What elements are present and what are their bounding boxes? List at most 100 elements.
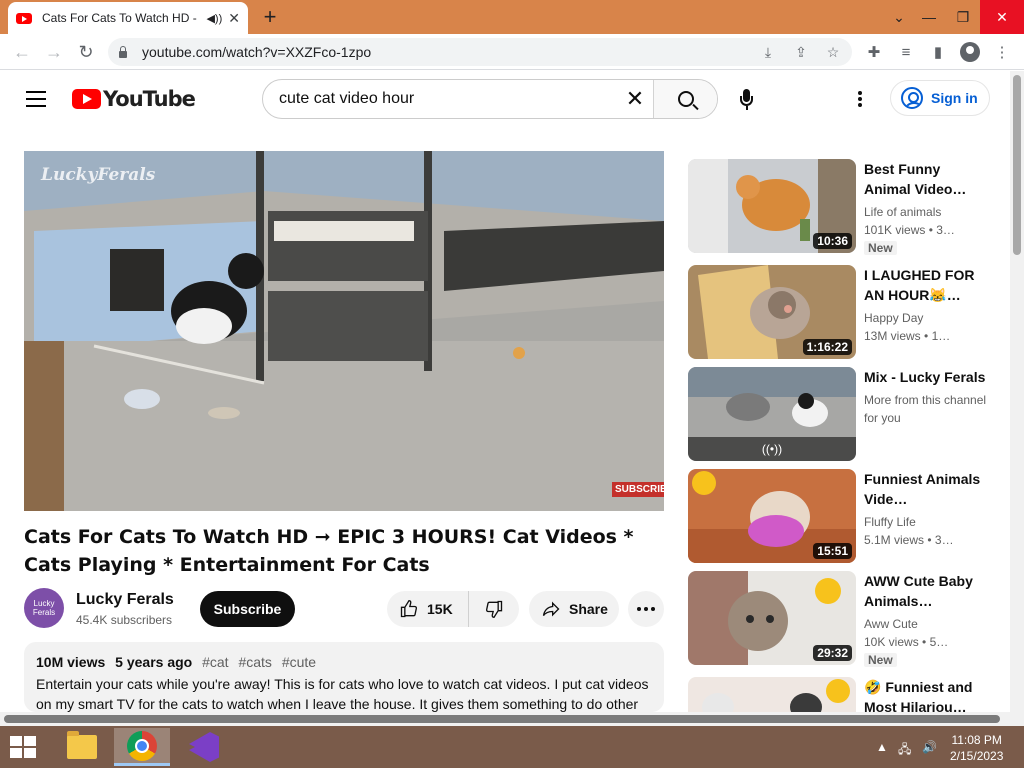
video-duration: 29:32 xyxy=(813,645,852,661)
side-panel-icon[interactable]: ▮ xyxy=(926,40,950,64)
taskbar-file-explorer[interactable] xyxy=(54,728,110,766)
restore-button[interactable]: ❐ xyxy=(946,0,980,34)
description-box[interactable]: 10M views 5 years ago #cat #cats #cute E… xyxy=(24,642,664,712)
windows-start-icon[interactable] xyxy=(10,736,36,758)
search-input[interactable]: cute cat video hour xyxy=(263,80,617,118)
taskbar-visual-studio[interactable] xyxy=(176,728,232,766)
related-channel[interactable]: Aww Cute xyxy=(864,615,990,633)
youtube-logo[interactable]: YouTube xyxy=(72,87,196,111)
related-title[interactable]: 🤣 Funniest and Most Hilariou… xyxy=(864,677,990,712)
tab-search-chevron-icon[interactable]: ⌄ xyxy=(882,0,916,34)
mix-playlist-bar: ((•)) xyxy=(688,437,856,461)
related-views: 5.1M views • 3… xyxy=(864,533,954,547)
folder-icon xyxy=(67,731,97,759)
like-dislike-group: 15K xyxy=(387,591,519,627)
back-arrow-icon[interactable]: ← xyxy=(10,40,34,64)
video-duration: 15:51 xyxy=(813,543,852,559)
close-window-button[interactable]: ✕ xyxy=(980,0,1024,34)
subscribe-button[interactable]: Subscribe xyxy=(200,591,295,627)
vertical-scroll-thumb[interactable] xyxy=(1013,75,1021,255)
share-page-icon[interactable]: ⇪ xyxy=(791,42,811,62)
related-views: 10K views • 5… xyxy=(864,635,949,649)
horizontal-scrollbar[interactable] xyxy=(0,712,1010,726)
video-thumbnail[interactable]: 10:36 xyxy=(688,159,856,253)
audio-playing-icon[interactable]: ◀)) xyxy=(206,12,222,25)
related-title[interactable]: Best Funny Animal Video… xyxy=(864,159,990,199)
related-mix-item[interactable]: ((•)) Mix - Lucky Ferals More from this … xyxy=(688,367,998,461)
radio-waves-icon: ((•)) xyxy=(761,442,783,456)
related-title[interactable]: Funniest Animals Vide… xyxy=(864,469,990,509)
network-icon[interactable]: 🖧 xyxy=(898,740,911,761)
related-views: 101K views • 3… xyxy=(864,223,955,237)
clock-date: 2/15/2023 xyxy=(950,749,1004,763)
video-thumbnail[interactable] xyxy=(688,677,856,712)
subscribe-badge[interactable]: SUBSCRIBE xyxy=(612,482,664,497)
visual-studio-icon xyxy=(189,732,219,762)
show-hidden-icons-icon[interactable]: ▲ xyxy=(876,740,888,754)
like-button[interactable]: 15K xyxy=(387,591,469,627)
search-button[interactable] xyxy=(653,80,717,118)
hashtag-link[interactable]: #cat xyxy=(202,654,228,670)
dislike-button[interactable] xyxy=(469,599,519,619)
related-video-item[interactable]: 10:36 Best Funny Animal Video… Life of a… xyxy=(688,159,998,255)
related-views: 13M views • 1… xyxy=(864,329,951,343)
related-channel[interactable]: Life of animals xyxy=(864,203,990,221)
thumbs-up-icon xyxy=(400,599,418,618)
youtube-play-icon xyxy=(72,89,101,109)
related-title[interactable]: I LAUGHED FOR AN HOUR😹… xyxy=(864,265,990,305)
related-video-item[interactable]: 29:32 AWW Cute Baby Animals… Aww Cute 10… xyxy=(688,571,998,667)
vertical-scrollbar[interactable] xyxy=(1010,71,1024,726)
extensions-puzzle-icon[interactable]: ✚ xyxy=(862,40,886,64)
related-title[interactable]: Mix - Lucky Ferals xyxy=(864,367,990,387)
system-clock[interactable]: 11:08 PM 2/15/2023 xyxy=(950,732,1003,764)
video-title: Cats For Cats To Watch HD ➞ EPIC 3 HOURS… xyxy=(24,526,634,576)
more-actions-button[interactable] xyxy=(628,591,664,627)
volume-icon[interactable]: 🔊 xyxy=(922,740,937,754)
related-title[interactable]: AWW Cute Baby Animals… xyxy=(864,571,990,611)
related-channel[interactable]: Happy Day xyxy=(864,309,990,327)
browser-tab[interactable]: Cats For Cats To Watch HD - ◀)) ✕ xyxy=(8,2,248,34)
video-thumbnail[interactable]: 29:32 xyxy=(688,571,856,665)
related-video-item[interactable]: 🤣 Funniest and Most Hilariou… xyxy=(688,677,998,712)
related-video-item[interactable]: 1:16:22 I LAUGHED FOR AN HOUR😹… Happy Da… xyxy=(688,265,998,359)
related-video-item[interactable]: 15:51 Funniest Animals Vide… Fluffy Life… xyxy=(688,469,998,563)
video-player[interactable]: LuckyFerals SUBSCRIBE xyxy=(24,151,664,511)
url-text: youtube.com/watch?v=XXZFco-1zpo xyxy=(142,44,372,60)
channel-avatar[interactable]: Lucky Ferals xyxy=(24,588,64,628)
thumbs-down-icon xyxy=(485,600,503,619)
subscriber-count: 45.4K subscribers xyxy=(76,613,173,627)
channel-name[interactable]: Lucky Ferals xyxy=(76,591,174,609)
install-app-icon[interactable]: ⤓ xyxy=(758,42,778,62)
hashtag-link[interactable]: #cute xyxy=(282,654,316,670)
profile-icon[interactable] xyxy=(958,40,982,64)
taskbar-chrome[interactable] xyxy=(114,728,170,766)
share-button[interactable]: Share xyxy=(529,591,619,627)
minimize-button[interactable]: — xyxy=(912,0,946,34)
video-thumbnail[interactable]: ((•)) xyxy=(688,367,856,461)
forward-arrow-icon[interactable]: → xyxy=(42,40,66,64)
share-label: Share xyxy=(569,601,608,617)
microphone-icon[interactable] xyxy=(738,89,754,111)
hamburger-menu-icon[interactable] xyxy=(26,91,46,107)
search-icon xyxy=(677,91,694,107)
settings-menu-icon[interactable] xyxy=(858,91,864,109)
address-bar[interactable]: youtube.com/watch?v=XXZFco-1zpo ⤓ ⇪ ☆ xyxy=(108,38,852,66)
thumbnail-image xyxy=(688,677,856,712)
video-thumbnail[interactable]: 15:51 xyxy=(688,469,856,563)
reload-icon[interactable]: ↻ xyxy=(74,40,98,64)
clear-search-icon[interactable]: ✕ xyxy=(617,80,653,118)
clock-time: 11:08 PM xyxy=(951,733,1002,747)
video-thumbnail[interactable]: 1:16:22 xyxy=(688,265,856,359)
sign-in-button[interactable]: Sign in xyxy=(890,80,990,116)
bookmark-star-icon[interactable]: ☆ xyxy=(823,42,843,62)
tab-close-icon[interactable]: ✕ xyxy=(228,10,240,27)
sign-in-label: Sign in xyxy=(931,90,978,106)
hashtag-link[interactable]: #cats xyxy=(238,654,271,670)
related-channel[interactable]: Fluffy Life xyxy=(864,513,990,531)
browser-menu-icon[interactable]: ⋮ xyxy=(990,40,1014,64)
upload-age: 5 years ago xyxy=(115,654,193,670)
horizontal-scroll-thumb[interactable] xyxy=(4,715,1000,723)
lock-icon[interactable] xyxy=(118,46,128,58)
media-control-icon[interactable]: ≡ xyxy=(894,40,918,64)
new-tab-button[interactable]: + xyxy=(258,4,282,30)
